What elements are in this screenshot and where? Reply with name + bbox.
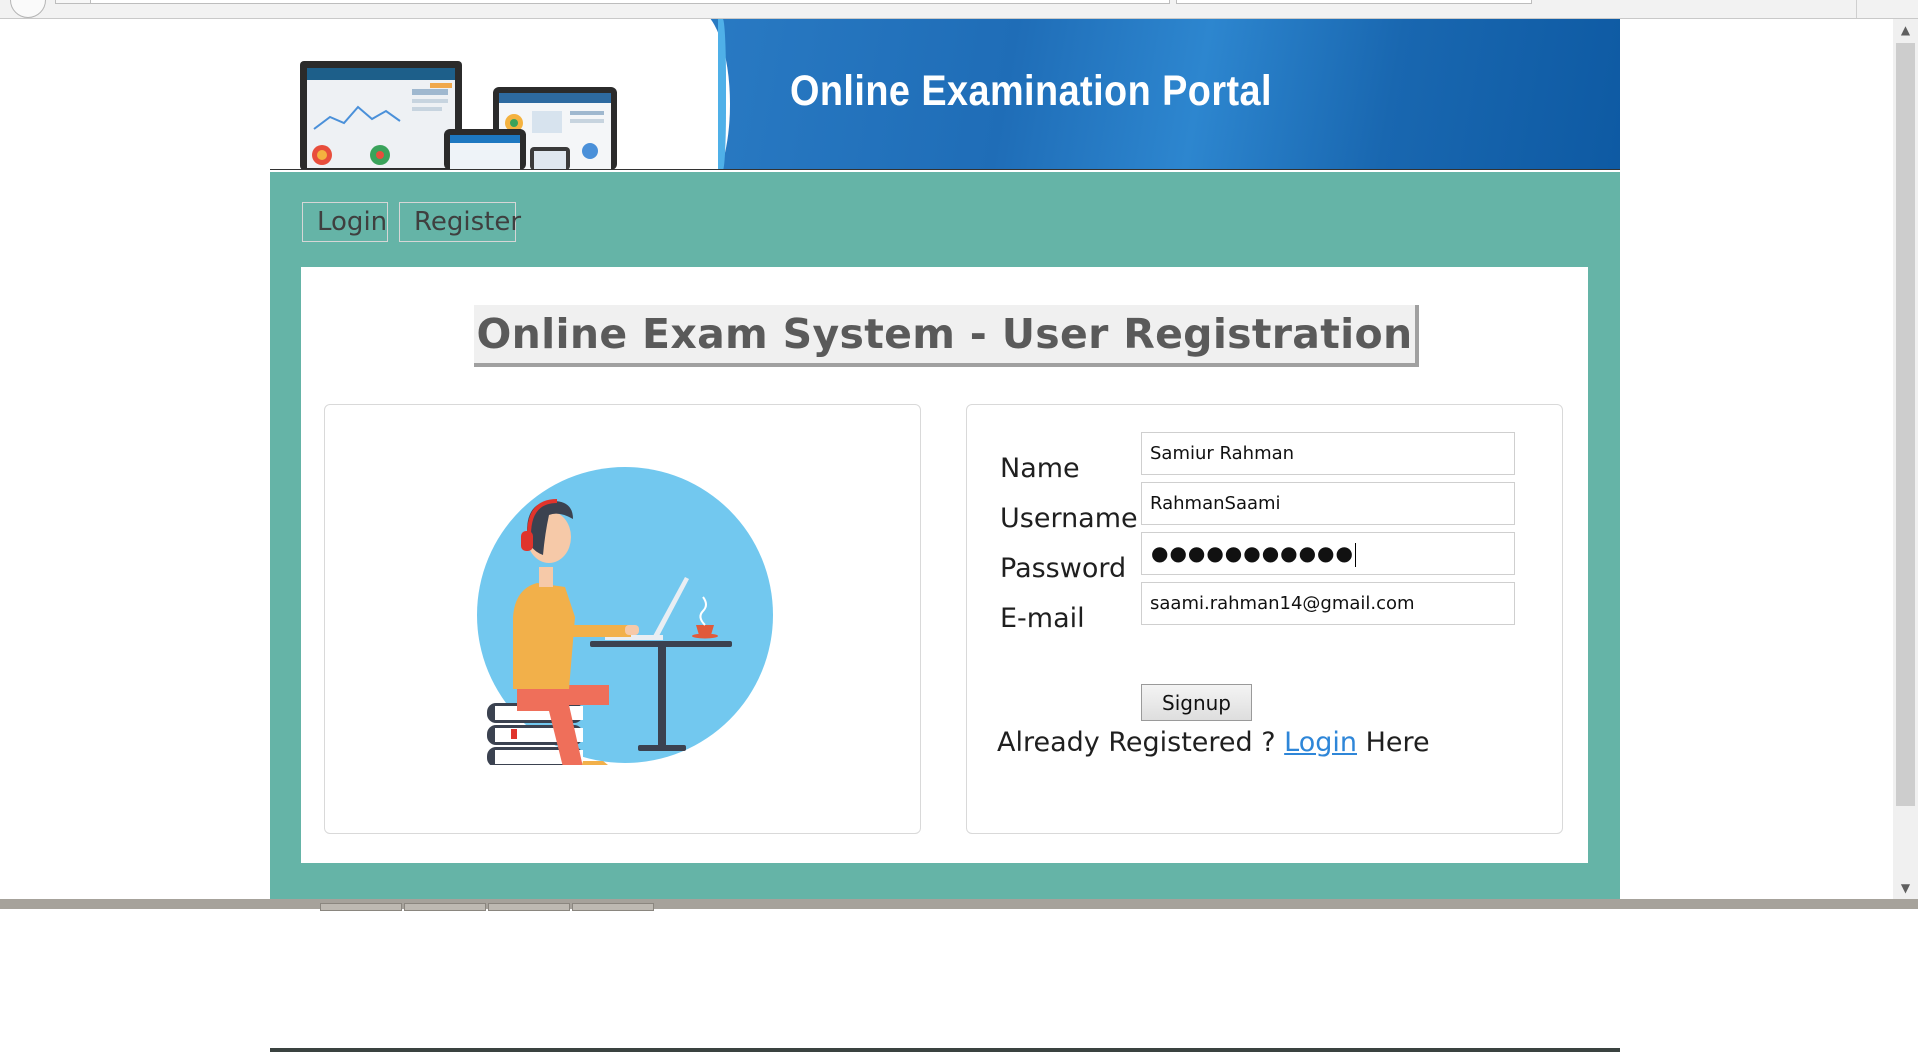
toolbar-divider	[1856, 0, 1857, 18]
taskbar-item[interactable]	[404, 903, 486, 911]
taskbar-item[interactable]	[572, 903, 654, 911]
username-label: Username	[1000, 503, 1138, 534]
scrollbar-thumb[interactable]	[1896, 43, 1915, 806]
illustration-panel	[324, 404, 921, 834]
banner-divider	[270, 169, 1620, 170]
page-title: Online Exam System - User Registration	[474, 305, 1419, 367]
already-suffix: Here	[1357, 727, 1430, 758]
devices-illustration-icon	[300, 61, 617, 170]
scroll-up-icon[interactable]: ▲	[1893, 19, 1918, 41]
taskbar-item[interactable]	[320, 903, 402, 911]
already-prefix: Already Registered ?	[997, 727, 1285, 758]
name-field[interactable]	[1141, 432, 1515, 475]
vertical-scrollbar[interactable]: ▲ ▼	[1893, 19, 1918, 899]
taskbar-item[interactable]	[488, 903, 570, 911]
registration-card: Online Exam System - User Registration N…	[301, 267, 1588, 863]
footer-bar	[270, 1048, 1620, 1052]
signup-button[interactable]: Signup	[1141, 684, 1252, 721]
browser-search-box[interactable]	[1176, 0, 1532, 4]
address-bar-segment[interactable]	[55, 0, 92, 4]
back-button[interactable]	[10, 0, 46, 18]
nav-login-button[interactable]: Login	[302, 202, 388, 242]
taskbar	[0, 899, 1918, 911]
login-link[interactable]: Login	[1284, 727, 1357, 758]
email-field[interactable]	[1141, 582, 1515, 625]
banner-title: Online Examination Portal	[790, 67, 1272, 115]
browser-toolbar	[0, 0, 1918, 19]
password-field[interactable]	[1141, 532, 1515, 575]
page-container: Online Examination Portal Login Register…	[270, 19, 1620, 1052]
scroll-down-icon[interactable]: ▼	[1893, 877, 1918, 899]
email-label: E-mail	[1000, 603, 1085, 634]
name-label: Name	[1000, 453, 1080, 484]
password-label: Password	[1000, 553, 1127, 584]
registration-form: Name Username Password ●●●●●●●●●●● E-mai…	[966, 404, 1563, 834]
student-at-laptop-illustration-icon	[477, 467, 773, 765]
nav-register-button[interactable]: Register	[399, 202, 521, 242]
address-bar[interactable]	[90, 0, 1170, 4]
username-field[interactable]	[1141, 482, 1515, 525]
already-registered-text: Already Registered ? Login Here	[997, 727, 1430, 758]
site-banner: Online Examination Portal	[270, 19, 1620, 170]
main-content-area: Login Register Online Exam System - User…	[270, 172, 1620, 1052]
